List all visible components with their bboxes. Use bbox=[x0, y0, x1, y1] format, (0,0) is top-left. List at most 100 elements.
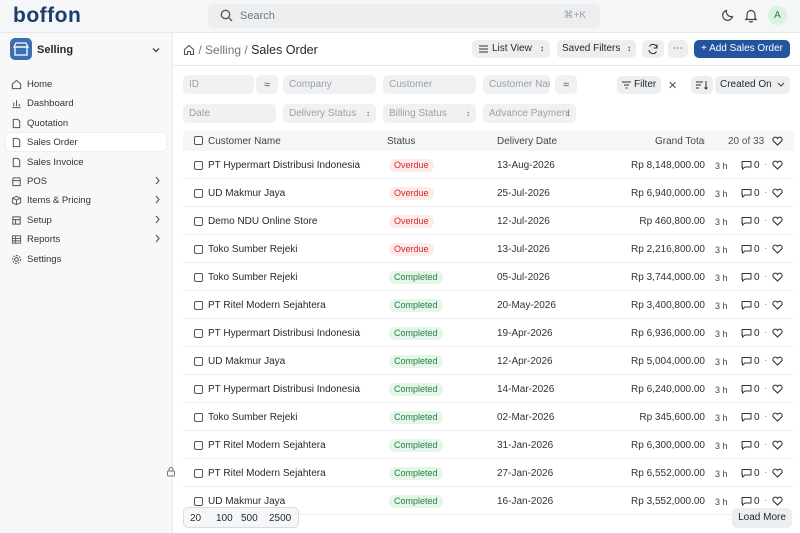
customer-name-cell[interactable]: Toko Sumber Rejeki bbox=[208, 272, 383, 283]
table-row[interactable]: UD Makmur Jaya Completed 12-Apr-2026 Rp 5,0… bbox=[183, 347, 794, 375]
row-checkbox[interactable] bbox=[194, 357, 203, 366]
row-checkbox[interactable] bbox=[194, 469, 203, 478]
load-more-button[interactable]: Load More bbox=[732, 508, 792, 528]
breadcrumb-selling[interactable]: Selling bbox=[205, 43, 241, 57]
comment-icon[interactable] bbox=[741, 384, 752, 394]
customer-name-cell[interactable]: UD Makmur Jaya bbox=[208, 496, 383, 507]
table-row[interactable]: Toko Sumber Rejeki Completed 02-Mar-2026 Rp… bbox=[183, 403, 794, 431]
comment-icon[interactable] bbox=[741, 160, 752, 170]
heart-icon[interactable] bbox=[772, 384, 783, 394]
page-size-20[interactable]: 20 bbox=[190, 513, 202, 524]
table-row[interactable]: UD Makmur Jaya Overdue 25-Jul-2026 Rp 6,940… bbox=[183, 179, 794, 207]
heart-icon[interactable] bbox=[772, 440, 783, 450]
row-checkbox[interactable] bbox=[194, 497, 203, 506]
table-row[interactable]: PT Hypermart Distribusi Indonesia Overdue… bbox=[183, 151, 794, 179]
heart-icon[interactable] bbox=[772, 356, 783, 366]
customer-name-cell[interactable]: PT Hypermart Distribusi Indonesia bbox=[208, 160, 383, 171]
comment-icon[interactable] bbox=[741, 412, 752, 422]
customer-name-cell[interactable]: PT Ritel Modern Sejahtera bbox=[208, 300, 383, 311]
sidebar-item-setup[interactable]: Setup bbox=[6, 211, 166, 229]
advance-payment-filter[interactable]: Advance Payment ↕ bbox=[483, 104, 576, 123]
heart-icon[interactable] bbox=[772, 136, 783, 146]
workspace-switcher[interactable]: Selling bbox=[10, 38, 165, 62]
customer-name-cell[interactable]: Demo NDU Online Store bbox=[208, 216, 383, 227]
select-all-checkbox[interactable] bbox=[194, 136, 203, 145]
customer-filter[interactable]: Customer bbox=[383, 75, 476, 94]
column-delivery-date[interactable]: Delivery Date bbox=[497, 136, 557, 147]
sidebar-item-settings[interactable]: Settings bbox=[6, 250, 166, 268]
comment-icon[interactable] bbox=[741, 216, 752, 226]
heart-icon[interactable] bbox=[772, 468, 783, 478]
sidebar-item-quotation[interactable]: Quotation bbox=[6, 114, 166, 132]
row-checkbox[interactable] bbox=[194, 441, 203, 450]
heart-icon[interactable] bbox=[772, 272, 783, 282]
heart-icon[interactable] bbox=[772, 300, 783, 310]
customer-name-cell[interactable]: Toko Sumber Rejeki bbox=[208, 244, 383, 255]
bell-icon[interactable] bbox=[744, 8, 758, 23]
customer-name-cell[interactable]: PT Ritel Modern Sejahtera bbox=[208, 440, 383, 451]
comment-icon[interactable] bbox=[741, 300, 752, 310]
more-options-button[interactable]: ⋯ bbox=[668, 40, 688, 58]
row-checkbox[interactable] bbox=[194, 161, 203, 170]
comment-icon[interactable] bbox=[741, 440, 752, 450]
customer-name-cell[interactable]: PT Hypermart Distribusi Indonesia bbox=[208, 328, 383, 339]
home-icon[interactable] bbox=[183, 44, 195, 56]
page-size-500[interactable]: 500 bbox=[241, 513, 258, 524]
comment-icon[interactable] bbox=[741, 468, 752, 478]
clear-filter-icon[interactable]: ✕ bbox=[668, 79, 677, 92]
search-bar[interactable]: Search ⌘+K bbox=[208, 4, 600, 28]
customer-name-operator[interactable]: ≈ bbox=[555, 75, 577, 94]
table-row[interactable]: Toko Sumber Rejeki Completed 05-Jul-2026 Rp… bbox=[183, 263, 794, 291]
sidebar-item-pos[interactable]: POS bbox=[6, 172, 166, 190]
row-checkbox[interactable] bbox=[194, 385, 203, 394]
id-filter[interactable]: ID bbox=[183, 75, 254, 94]
sort-direction-button[interactable] bbox=[691, 76, 713, 94]
sidebar-item-reports[interactable]: Reports bbox=[6, 230, 166, 248]
column-customer-name[interactable]: Customer Name bbox=[208, 136, 281, 147]
sort-field-select[interactable]: Created On bbox=[715, 76, 790, 94]
comment-icon[interactable] bbox=[741, 244, 752, 254]
customer-name-cell[interactable]: UD Makmur Jaya bbox=[208, 356, 383, 367]
customer-name-cell[interactable]: PT Ritel Modern Sejahtera bbox=[208, 468, 383, 479]
row-checkbox[interactable] bbox=[194, 301, 203, 310]
heart-icon[interactable] bbox=[772, 496, 783, 506]
heart-icon[interactable] bbox=[772, 188, 783, 198]
heart-icon[interactable] bbox=[772, 160, 783, 170]
table-row[interactable]: Toko Sumber Rejeki Overdue 13-Jul-2026 Rp 2… bbox=[183, 235, 794, 263]
customer-name-cell[interactable]: PT Hypermart Distribusi Indonesia bbox=[208, 384, 383, 395]
comment-icon[interactable] bbox=[741, 496, 752, 506]
heart-icon[interactable] bbox=[772, 244, 783, 254]
row-checkbox[interactable] bbox=[194, 245, 203, 254]
customer-name-cell[interactable]: Toko Sumber Rejeki bbox=[208, 412, 383, 423]
date-filter[interactable]: Date bbox=[183, 104, 276, 123]
saved-filters-button[interactable]: Saved Filters ↕ bbox=[557, 40, 636, 58]
table-row[interactable]: PT Ritel Modern Sejahtera Completed 20-May… bbox=[183, 291, 794, 319]
table-row[interactable]: PT Ritel Modern Sejahtera Completed 31-Jan… bbox=[183, 431, 794, 459]
comment-icon[interactable] bbox=[741, 328, 752, 338]
comment-icon[interactable] bbox=[741, 272, 752, 282]
column-status[interactable]: Status bbox=[387, 136, 415, 147]
id-filter-operator[interactable]: ≈ bbox=[256, 75, 278, 94]
sidebar-item-home[interactable]: Home bbox=[6, 75, 166, 93]
row-checkbox[interactable] bbox=[194, 413, 203, 422]
table-row[interactable]: PT Hypermart Distribusi Indonesia Complet… bbox=[183, 375, 794, 403]
refresh-button[interactable] bbox=[642, 40, 664, 58]
sidebar-item-items-pricing[interactable]: Items & Pricing bbox=[6, 191, 166, 209]
page-size-2500[interactable]: 2500 bbox=[269, 513, 291, 524]
row-checkbox[interactable] bbox=[194, 217, 203, 226]
list-view-button[interactable]: List View ↕ bbox=[472, 40, 550, 58]
comment-icon[interactable] bbox=[741, 188, 752, 198]
column-grand-total[interactable]: Grand Total bbox=[655, 136, 705, 147]
heart-icon[interactable] bbox=[772, 328, 783, 338]
filter-button[interactable]: Filter bbox=[617, 76, 661, 94]
customer-name-cell[interactable]: UD Makmur Jaya bbox=[208, 188, 383, 199]
row-checkbox[interactable] bbox=[194, 329, 203, 338]
table-row[interactable]: Demo NDU Online Store Overdue 12-Jul-2026 R… bbox=[183, 207, 794, 235]
add-sales-order-button[interactable]: + Add Sales Order bbox=[694, 40, 790, 58]
row-checkbox[interactable] bbox=[194, 189, 203, 198]
table-row[interactable]: PT Ritel Modern Sejahtera Completed 27-Jan… bbox=[183, 459, 794, 487]
sidebar-item-sales-order[interactable]: Sales Order bbox=[6, 133, 166, 152]
heart-icon[interactable] bbox=[772, 412, 783, 422]
app-logo[interactable]: boffon bbox=[13, 4, 81, 28]
delivery-status-filter[interactable]: Delivery Status ↕ bbox=[283, 104, 376, 123]
